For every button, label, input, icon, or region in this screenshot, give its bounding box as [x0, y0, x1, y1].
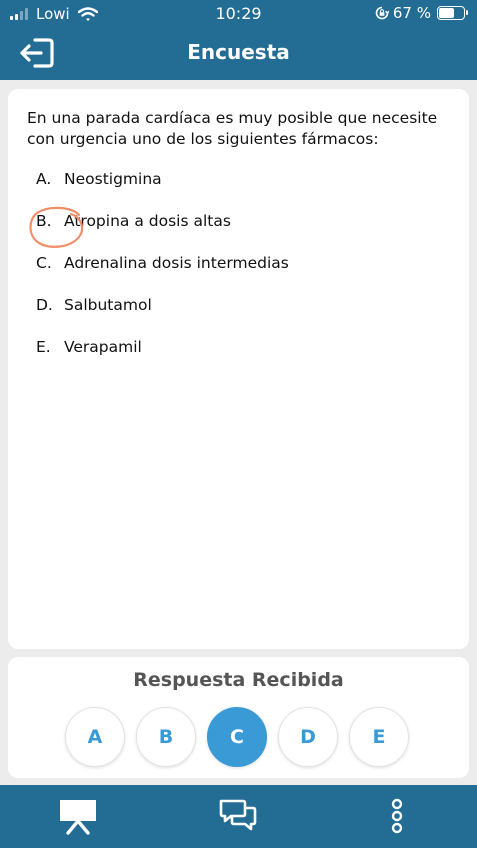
options-list: A. Neostigmina B. Atropina a dosis altas…: [36, 170, 289, 380]
option-d[interactable]: D. Salbutamol: [36, 296, 289, 338]
more-vertical-icon: [391, 798, 403, 834]
tab-chat[interactable]: [218, 797, 258, 839]
chat-icon: [219, 799, 257, 831]
option-e[interactable]: E. Verapamil: [36, 338, 289, 380]
option-text: Adrenalina dosis intermedias: [64, 254, 289, 272]
option-letter: A.: [36, 170, 52, 188]
option-letter: E.: [36, 338, 51, 356]
answer-title: Respuesta Recibida: [133, 669, 344, 691]
tab-presentation[interactable]: [58, 797, 98, 839]
option-text: Verapamil: [64, 338, 142, 356]
battery-percentage: 67 %: [392, 4, 431, 22]
answer-button-b[interactable]: B: [136, 707, 196, 767]
presentation-icon: [60, 800, 96, 835]
answer-options: A B C D E: [65, 707, 415, 767]
battery-icon: [437, 6, 468, 20]
option-text: Salbutamol: [64, 296, 152, 314]
answer-button-a[interactable]: A: [65, 707, 125, 767]
option-text: Atropina a dosis altas: [64, 212, 231, 230]
status-right: 67 %: [375, 4, 468, 22]
option-a[interactable]: A. Neostigmina: [36, 170, 289, 212]
page-title: Encuesta: [187, 40, 290, 64]
bottom-tab-bar: [0, 785, 477, 848]
rotation-lock-icon: [375, 6, 389, 20]
option-text: Neostigmina: [64, 170, 162, 188]
answer-button-c[interactable]: C: [207, 707, 267, 767]
option-letter: C.: [36, 254, 52, 272]
app-header: Encuesta: [0, 28, 477, 80]
answer-card: Respuesta Recibida A B C D E: [8, 657, 469, 778]
answer-button-e[interactable]: E: [349, 707, 409, 767]
tab-more[interactable]: [386, 797, 408, 839]
option-c[interactable]: C. Adrenalina dosis intermedias: [36, 254, 289, 296]
status-bar: Lowi 10:29 67 %: [0, 0, 477, 28]
question-card: En una parada cardíaca es muy posible qu…: [8, 89, 469, 649]
option-letter: D.: [36, 296, 53, 314]
question-text: En una parada cardíaca es muy posible qu…: [27, 109, 438, 148]
answer-button-d[interactable]: D: [278, 707, 338, 767]
battery-level: [439, 8, 454, 18]
option-b[interactable]: B. Atropina a dosis altas: [36, 212, 289, 254]
option-letter: B.: [36, 212, 52, 230]
